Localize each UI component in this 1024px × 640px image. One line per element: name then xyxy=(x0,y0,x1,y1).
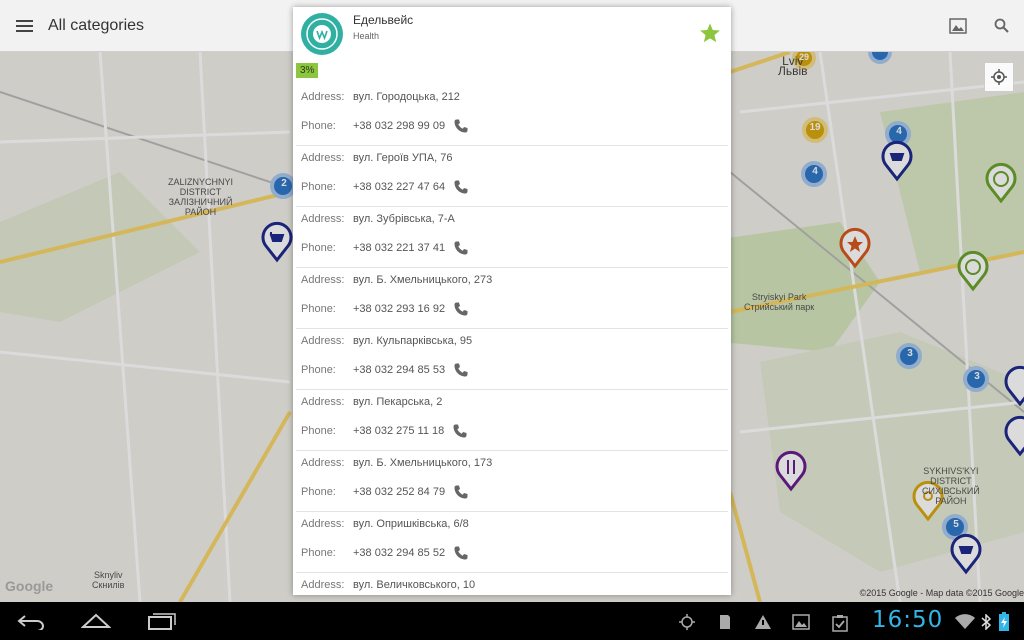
place-name: Едельвейс xyxy=(353,13,414,27)
star-icon[interactable] xyxy=(699,22,721,44)
phone-label: Phone: xyxy=(301,120,336,132)
address-value: вул. Б. Хмельницького, 273 xyxy=(353,274,493,286)
branch-list-item[interactable]: Address: вул. Городоцька, 212 Phone: +38 03… xyxy=(296,85,728,146)
phone-row: Phone: +38 032 275 11 18 xyxy=(301,423,468,439)
dialog-header: Едельвейс Health 3% xyxy=(293,7,731,85)
phone-value: +38 032 275 11 18 xyxy=(353,425,445,437)
system-navigation-bar: 16:50 xyxy=(0,602,1024,640)
address-row: Address: вул. Б. Хмельницького, 273 xyxy=(301,274,492,286)
address-value: вул. Городоцька, 212 xyxy=(353,91,460,103)
address-value: вул. Величковського, 10 xyxy=(353,579,476,591)
search-icon[interactable] xyxy=(980,0,1024,52)
phone-row: Phone: +38 032 252 84 79 xyxy=(301,484,469,500)
phone-label: Phone: xyxy=(301,547,336,559)
branch-list-item[interactable]: Address: вул. Героїв УПА, 76 Phone: +38 032… xyxy=(296,146,728,207)
wifi-icon xyxy=(955,614,975,629)
gallery-icon xyxy=(792,614,810,630)
brand-logo xyxy=(301,13,343,55)
phone-icon[interactable] xyxy=(453,484,469,500)
phone-row: Phone: +38 032 294 85 53 xyxy=(301,362,469,378)
address-row: Address: вул. Героїв УПА, 76 xyxy=(301,152,453,164)
sd-card-icon xyxy=(720,615,730,629)
phone-label: Phone: xyxy=(301,303,336,315)
warning-icon xyxy=(755,615,771,629)
phone-value: +38 032 293 16 92 xyxy=(353,303,446,315)
my-location-button[interactable] xyxy=(984,62,1014,92)
address-row: Address: вул. Опришківська, 6/8 xyxy=(301,518,469,530)
branch-list-item[interactable]: Address: вул. Пекарська, 2 Phone: +38 032 2… xyxy=(296,390,728,451)
phone-value: +38 032 252 84 79 xyxy=(353,486,446,498)
branch-list-item[interactable]: Address: вул. Кульпарківська, 95 Phone: +38… xyxy=(296,329,728,390)
branch-list-item[interactable]: Address: вул. Б. Хмельницького, 273 Phone:… xyxy=(296,268,728,329)
address-value: вул. Опришківська, 6/8 xyxy=(353,518,469,530)
branch-list-item[interactable]: Address: вул. Б. Хмельницького, 173 Phone:… xyxy=(296,451,728,512)
battery-icon xyxy=(999,612,1009,631)
phone-row: Phone: +38 032 298 99 09 xyxy=(301,118,469,134)
phone-icon[interactable] xyxy=(453,240,469,256)
phone-value: +38 032 294 85 53 xyxy=(353,364,446,376)
phone-label: Phone: xyxy=(301,364,336,376)
phone-label: Phone: xyxy=(301,242,336,254)
bluetooth-icon xyxy=(981,614,992,630)
phone-row: Phone: +38 032 227 47 64 xyxy=(301,179,469,195)
address-row: Address: вул. Зубрівська, 7-А xyxy=(301,213,455,225)
gps-icon xyxy=(679,614,695,630)
branch-list-item[interactable]: Address: вул. Опришківська, 6/8 Phone: +38 … xyxy=(296,512,728,573)
phone-row: Phone: +38 032 293 16 92 xyxy=(301,301,469,317)
recent-apps-icon[interactable] xyxy=(146,610,178,632)
address-label: Address: xyxy=(301,152,345,164)
address-value: вул. Кульпарківська, 95 xyxy=(353,335,473,347)
address-label: Address: xyxy=(301,91,345,103)
status-clock: 16:50 xyxy=(872,607,944,633)
address-value: вул. Героїв УПА, 76 xyxy=(353,152,453,164)
phone-icon[interactable] xyxy=(453,179,469,195)
address-value: вул. Пекарська, 2 xyxy=(353,396,443,408)
address-value: вул. Зубрівська, 7-А xyxy=(353,213,455,225)
address-row: Address: вул. Б. Хмельницького, 173 xyxy=(301,457,492,469)
branch-list-item[interactable]: Address: вул. Величковського, 10 xyxy=(296,573,728,595)
address-value: вул. Б. Хмельницького, 173 xyxy=(353,457,493,469)
address-row: Address: вул. Кульпарківська, 95 xyxy=(301,335,472,347)
address-label: Address: xyxy=(301,579,345,591)
phone-value: +38 032 294 85 52 xyxy=(353,547,446,559)
phone-label: Phone: xyxy=(301,425,336,437)
branch-list[interactable]: Address: вул. Городоцька, 212 Phone: +38 03… xyxy=(293,85,731,595)
address-label: Address: xyxy=(301,457,345,469)
phone-label: Phone: xyxy=(301,486,336,498)
place-category: Health xyxy=(353,31,380,41)
phone-label: Phone: xyxy=(301,181,336,193)
branch-list-item[interactable]: Address: вул. Зубрівська, 7-А Phone: +38 03… xyxy=(296,207,728,268)
phone-value: +38 032 227 47 64 xyxy=(353,181,446,193)
google-logo: Google xyxy=(5,578,54,594)
address-label: Address: xyxy=(301,396,345,408)
image-icon[interactable] xyxy=(936,0,980,52)
phone-icon[interactable] xyxy=(453,545,469,561)
phone-row: Phone: +38 032 221 37 41 xyxy=(301,240,469,256)
back-icon[interactable] xyxy=(16,610,48,632)
address-row: Address: вул. Величковського, 10 xyxy=(301,579,475,591)
address-label: Address: xyxy=(301,518,345,530)
home-icon[interactable] xyxy=(80,610,112,632)
address-label: Address: xyxy=(301,213,345,225)
phone-value: +38 032 298 99 09 xyxy=(353,120,446,132)
phone-icon[interactable] xyxy=(452,423,468,439)
address-label: Address: xyxy=(301,335,345,347)
map-attribution: ©2015 Google - Map data ©2015 Google xyxy=(859,588,1024,598)
place-details-dialog: Едельвейс Health 3% Address: вул. Городоц… xyxy=(293,7,731,595)
hamburger-icon[interactable] xyxy=(0,0,48,52)
phone-row: Phone: +38 032 294 85 52 xyxy=(301,545,469,561)
address-row: Address: вул. Городоцька, 212 xyxy=(301,91,460,103)
address-row: Address: вул. Пекарська, 2 xyxy=(301,396,442,408)
address-label: Address: xyxy=(301,274,345,286)
clipboard-icon xyxy=(832,615,848,632)
discount-badge: 3% xyxy=(296,63,319,78)
phone-icon[interactable] xyxy=(453,362,469,378)
phone-value: +38 032 221 37 41 xyxy=(353,242,446,254)
page-title: All categories xyxy=(48,16,145,34)
phone-icon[interactable] xyxy=(453,301,469,317)
crosshair-icon xyxy=(991,69,1007,85)
phone-icon[interactable] xyxy=(453,118,469,134)
